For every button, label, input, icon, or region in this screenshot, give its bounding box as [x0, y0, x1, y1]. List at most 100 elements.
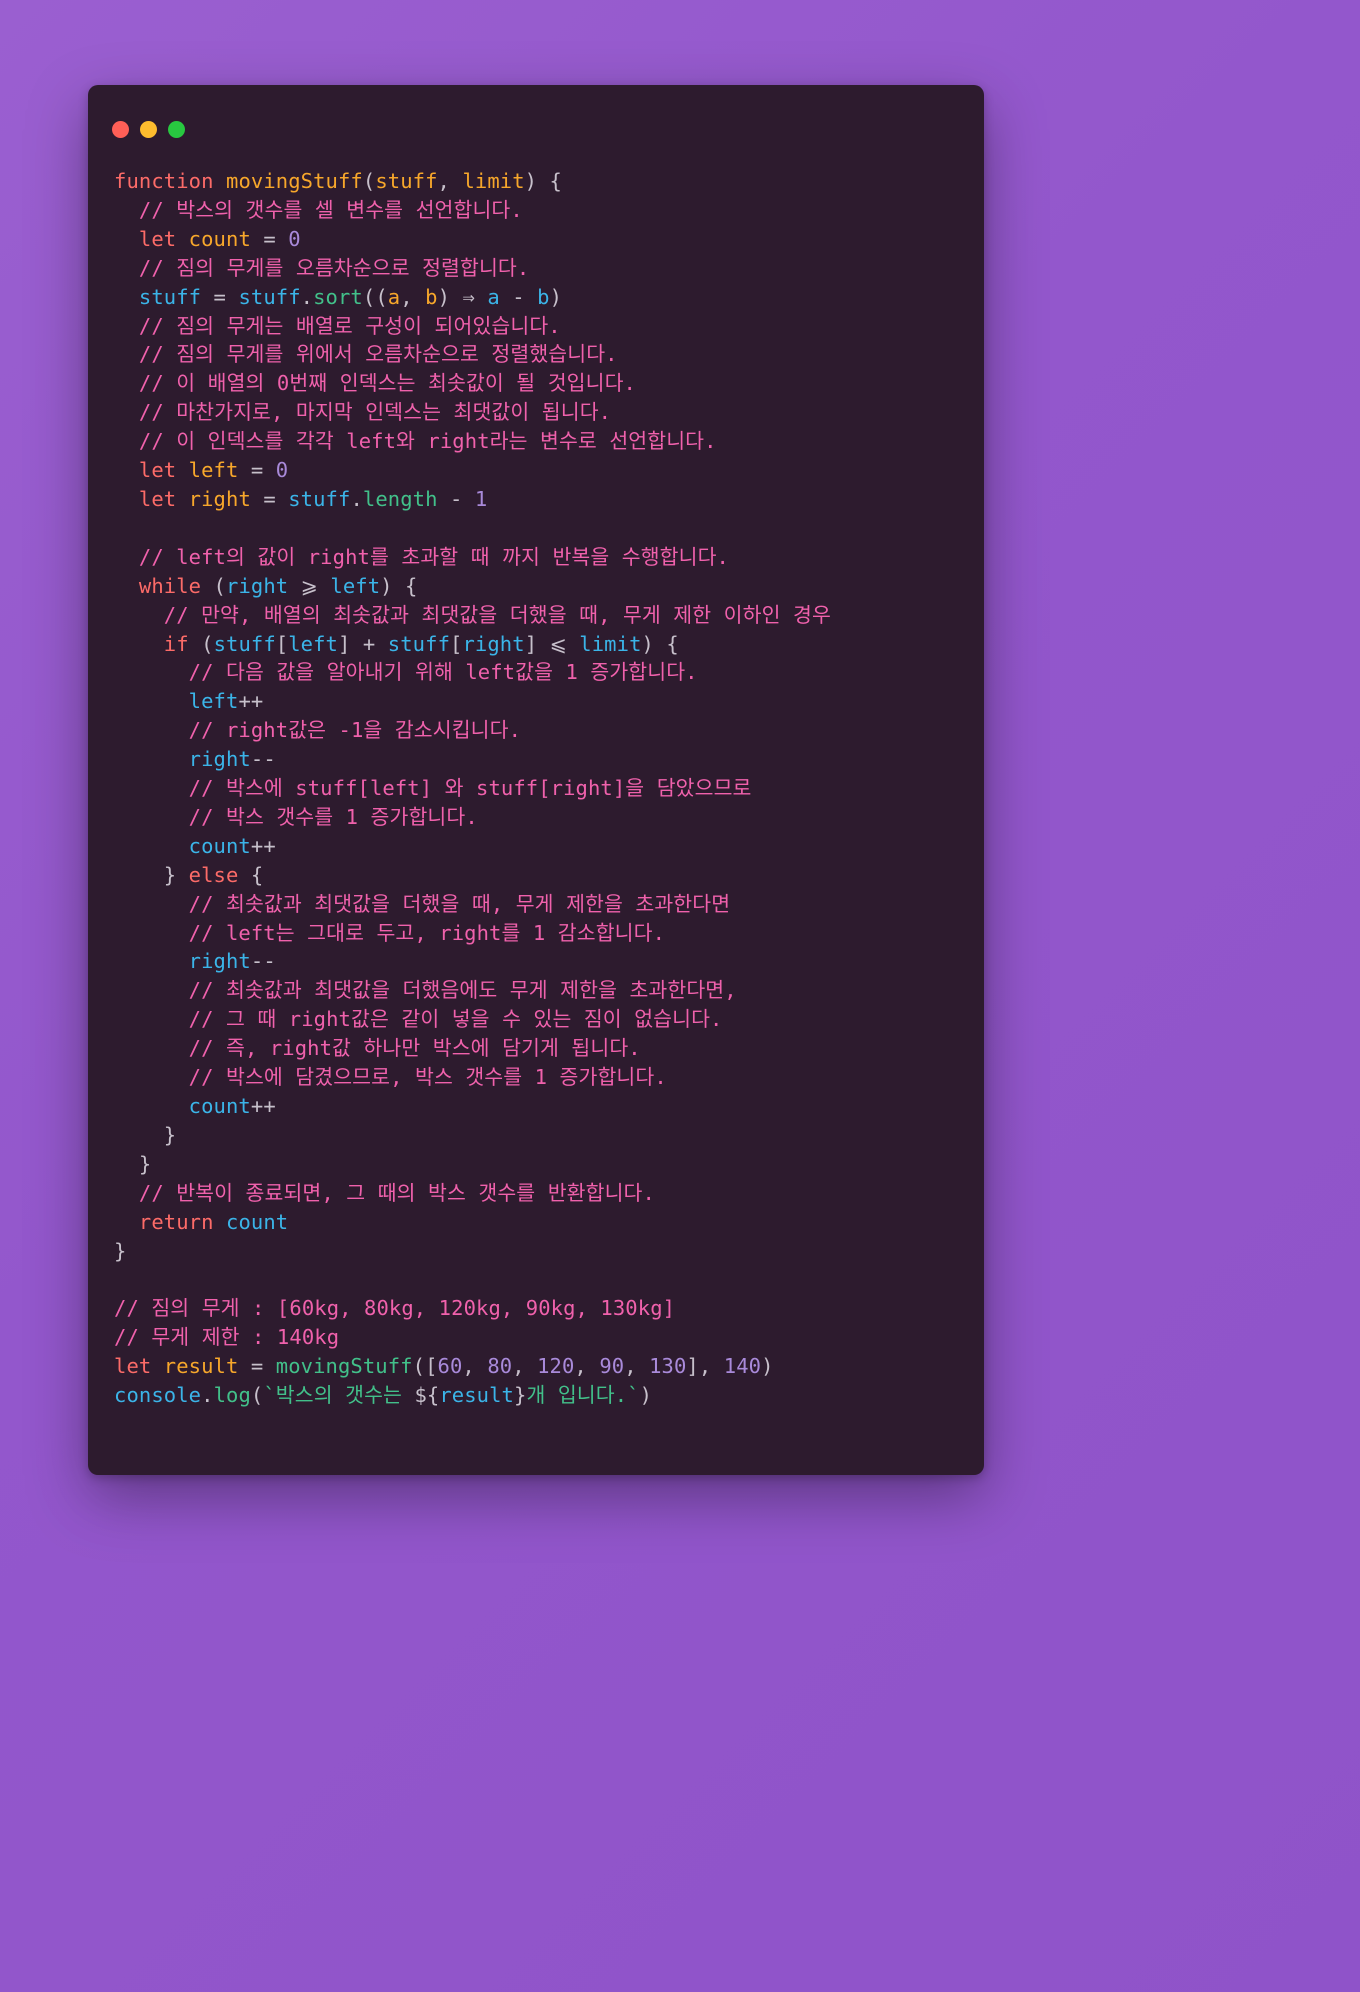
code-token-num: 140: [723, 1354, 762, 1379]
code-line: // 이 인덱스를 각각 left와 right라는 변수로 선언합니다.: [114, 427, 958, 456]
code-token-num: 130: [649, 1354, 687, 1379]
code-token-num: 90: [599, 1354, 625, 1379]
code-line: function movingStuff(stuff, limit) {: [114, 167, 958, 196]
code-token-pun: {: [238, 862, 264, 887]
code-token-kw: let: [138, 486, 177, 511]
code-token-pun: ) {: [524, 169, 562, 193]
code-line: if (stuff[left] + stuff[right] ⩽ limit) …: [114, 630, 958, 659]
code-token-pun: ) {: [380, 573, 418, 598]
code-token-kw: let: [138, 458, 177, 483]
code-token-pun: }: [114, 1238, 127, 1263]
close-window-button[interactable]: [112, 120, 129, 138]
code-token-pun: [176, 487, 188, 511]
code-line: // 최솟값과 최댓값을 더했을 때, 무게 제한을 초과한다면: [114, 890, 958, 919]
code-token-pun: [114, 285, 139, 309]
code-line: // 박스 갯수를 1 증가합니다.: [114, 803, 958, 832]
code-token-meth: sort: [313, 284, 363, 309]
code-token-pun: [114, 458, 139, 482]
code-token-pun: ([: [412, 1354, 438, 1379]
code-token-pun: [114, 632, 164, 656]
code-token-pun: }: [114, 862, 189, 887]
code-token-pun: ,: [624, 1354, 650, 1379]
code-token-cmt: // 이 인덱스를 각각 left와 right라는 변수로 선언합니다.: [114, 429, 717, 454]
code-line: }: [114, 1121, 958, 1150]
code-token-pun: ,: [574, 1354, 600, 1379]
code-line: // 만약, 배열의 최솟값과 최댓값을 더했을 때, 무게 제한 이하인 경우: [114, 601, 958, 630]
code-line: let left = 0: [114, 456, 958, 485]
code-token-fn: stuff: [375, 169, 438, 193]
code-token-var: result: [439, 1383, 514, 1408]
code-token-var: stuff: [138, 284, 202, 309]
code-token-pun: ,: [512, 1354, 538, 1379]
code-token-pun: (: [362, 169, 376, 193]
code-line: console.log(`박스의 갯수는 ${result}개 입니다.`): [114, 1381, 958, 1410]
code-token-pun: =: [238, 458, 276, 483]
code-line: count++: [114, 832, 958, 861]
code-token-var: stuff: [238, 284, 301, 309]
code-token-pun: [114, 574, 139, 598]
maximize-window-button[interactable]: [168, 120, 185, 138]
code-token-pun: [176, 227, 188, 251]
code-line: // 박스에 stuff[left] 와 stuff[right]을 담았으므로: [114, 774, 958, 803]
code-line: while (right ⩾ left) {: [114, 572, 958, 601]
code-token-pun: ): [549, 284, 563, 309]
code-token-pun: [176, 458, 188, 482]
code-token-var: b: [537, 284, 550, 309]
code-token-pun: =: [201, 284, 239, 309]
code-token-kw: function: [114, 169, 214, 193]
code-token-fn: result: [163, 1354, 239, 1379]
code-token-fn: right: [188, 486, 251, 511]
code-token-str: 개 입니다.`: [526, 1383, 640, 1408]
code-token-pun: .: [350, 486, 363, 511]
code-line: left++: [114, 687, 958, 716]
code-token-cmt: // 만약, 배열의 최솟값과 최댓값을 더했을 때, 무게 제한 이하인 경우: [114, 602, 831, 627]
code-token-pun: =: [250, 486, 289, 511]
code-token-var: count: [188, 833, 251, 858]
code-token-cmt: // 박스 갯수를 1 증가합니다.: [114, 804, 478, 829]
code-line: // 짐의 무게를 위에서 오름차순으로 정렬했습니다.: [114, 340, 958, 369]
code-token-cmt: // 다음 값을 알아내기 위해 left값을 1 증가합니다.: [114, 660, 698, 685]
code-token-pun: ): [639, 1383, 653, 1408]
code-token-var: left: [288, 631, 339, 656]
code-line: let count = 0: [114, 225, 958, 254]
code-token-var: count: [188, 1094, 251, 1118]
code-token-cmt: // left의 값이 right를 초과할 때 까지 반복을 수행합니다.: [114, 544, 730, 569]
code-token-var: right: [226, 573, 289, 598]
code-token-pun: -: [499, 284, 538, 309]
code-token-cmt: // 짐의 무게 : [60kg, 80kg, 120kg, 90kg, 130…: [114, 1296, 676, 1321]
code-token-cmt: // 최솟값과 최댓값을 더했음에도 무게 제한을 초과한다면,: [114, 978, 737, 1003]
code-token-pun: ],: [686, 1354, 724, 1379]
code-token-var: stuff: [288, 486, 351, 511]
code-token-pun: [214, 1210, 226, 1234]
code-token-pun: ,: [400, 284, 426, 309]
code-token-pun: --: [250, 747, 276, 772]
code-token-cmt: // 마찬가지로, 마지막 인덱스는 최댓값이 됩니다.: [114, 400, 612, 425]
code-token-pun: ++: [250, 833, 276, 858]
code-token-pun: }: [114, 1122, 177, 1147]
code-line: right--: [114, 745, 958, 774]
code-line: // left의 값이 right를 초과할 때 까지 반복을 수행합니다.: [114, 543, 958, 572]
code-token-var: left: [188, 689, 239, 714]
code-token-kw: return: [138, 1209, 214, 1234]
code-token-num: 0: [275, 458, 289, 483]
code-line: // 무게 제한 : 140kg: [114, 1323, 958, 1352]
code-line: // 다음 값을 알아내기 위해 left값을 1 증가합니다.: [114, 658, 958, 687]
code-token-pun: (: [201, 573, 226, 598]
code-token-meth: length: [362, 486, 438, 511]
code-token-pun: [114, 1094, 189, 1118]
code-token-pun: [114, 689, 189, 713]
code-token-pun: -: [437, 486, 475, 511]
code-token-fn: limit: [462, 169, 525, 193]
code-token-fn: count: [188, 226, 251, 251]
minimize-window-button[interactable]: [140, 120, 157, 138]
code-line: // 박스의 갯수를 셀 변수를 선언합니다.: [114, 196, 958, 225]
code-token-var: right: [462, 631, 525, 656]
code-token-fn: b: [425, 284, 438, 309]
code-token-str: `박스의 갯수는: [263, 1383, 415, 1408]
code-line: // 그 때 right값은 같이 넣을 수 있는 짐이 없습니다.: [114, 1005, 958, 1034]
code-token-meth: log: [213, 1383, 251, 1408]
code-token-pun: ] +: [338, 631, 388, 656]
code-token-pun: }: [114, 1151, 152, 1176]
code-token-var: left: [330, 573, 381, 598]
window-titlebar: [88, 107, 984, 151]
